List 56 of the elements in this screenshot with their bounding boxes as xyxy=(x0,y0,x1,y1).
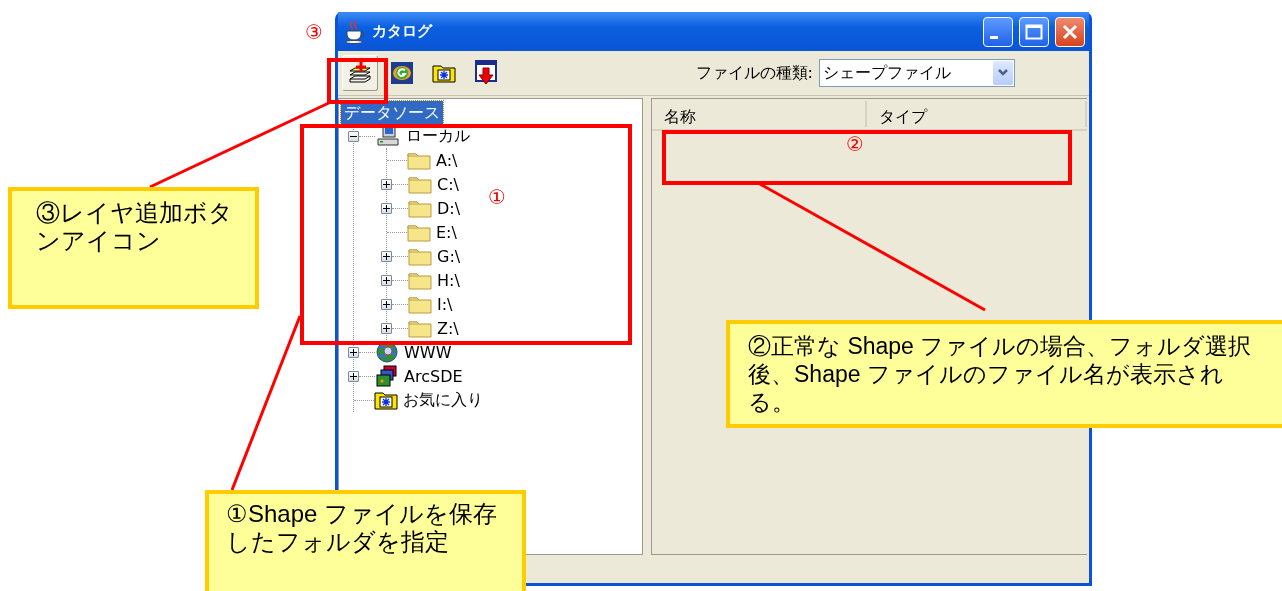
computer-icon xyxy=(375,125,401,147)
expand-icon[interactable] xyxy=(381,322,392,334)
collapse-icon[interactable] xyxy=(348,130,359,142)
file-type-label: ファイルの種類: xyxy=(695,62,813,84)
minimize-icon xyxy=(990,36,998,39)
tree-item[interactable]: お気に入り xyxy=(403,389,483,411)
marker-number: ③ xyxy=(305,20,323,44)
tree-item[interactable]: WWW xyxy=(404,342,452,362)
expand-icon[interactable] xyxy=(381,250,392,262)
folder-icon xyxy=(407,222,431,242)
maximize-button[interactable] xyxy=(1019,16,1049,47)
tree-item[interactable]: Z:\ xyxy=(437,318,459,338)
tree-item[interactable]: E:\ xyxy=(436,222,457,242)
expand-icon[interactable] xyxy=(381,178,392,190)
highlight-frame xyxy=(327,58,388,104)
folder-icon xyxy=(408,270,432,290)
favorites-folder-icon xyxy=(432,62,456,84)
export-arrow-icon xyxy=(474,60,498,86)
callout-text: ②正常な Shape ファイルの場合、フォルダ選択後、Shape ファイルのファイル名が表示される。 xyxy=(748,332,1253,416)
expand-icon[interactable] xyxy=(381,274,392,286)
tree-item[interactable]: C:\ xyxy=(437,174,459,194)
expand-icon[interactable] xyxy=(381,202,392,214)
favorites-folder-icon xyxy=(374,390,398,410)
tree-item[interactable]: ローカル xyxy=(406,125,470,147)
coffee-cup-icon xyxy=(344,19,366,44)
callout-text: ①Shape ファイルを保存したフォルダを指定 xyxy=(226,500,499,556)
folder-icon xyxy=(408,294,432,314)
tree-item[interactable]: D:\ xyxy=(437,198,461,218)
close-button[interactable] xyxy=(1055,16,1085,47)
globe-letter-icon xyxy=(390,61,414,85)
database-icon xyxy=(375,365,399,387)
tree-item[interactable]: G:\ xyxy=(437,246,461,266)
marker-number: ① xyxy=(488,185,506,209)
tree-item[interactable]: データソース xyxy=(341,101,443,124)
add-layer-icon xyxy=(347,61,373,85)
window-title: カタログ xyxy=(372,22,434,41)
maximize-icon xyxy=(1025,23,1043,40)
tree-item[interactable]: H:\ xyxy=(437,270,460,290)
column-header[interactable]: 名称 xyxy=(652,101,867,127)
folder-icon xyxy=(408,246,432,266)
marker-number: ② xyxy=(846,132,864,156)
expand-icon[interactable] xyxy=(348,346,359,358)
file-type-dropdown[interactable]: シェープファイル xyxy=(819,59,1015,87)
minimize-button[interactable] xyxy=(983,16,1013,47)
tree-item[interactable]: I:\ xyxy=(437,294,453,314)
folder-icon xyxy=(407,150,431,170)
expand-icon[interactable] xyxy=(381,298,392,310)
tree-item[interactable]: A:\ xyxy=(436,150,458,170)
callout-text: ③レイヤ追加ボタンアイコン xyxy=(36,199,234,255)
folder-icon xyxy=(408,198,432,218)
folder-icon xyxy=(408,174,432,194)
expand-icon[interactable] xyxy=(348,370,359,382)
close-icon xyxy=(1061,22,1079,41)
column-header[interactable]: タイプ xyxy=(867,101,1087,127)
folder-icon xyxy=(408,318,432,338)
tree-item[interactable]: ArcSDE xyxy=(404,366,463,386)
